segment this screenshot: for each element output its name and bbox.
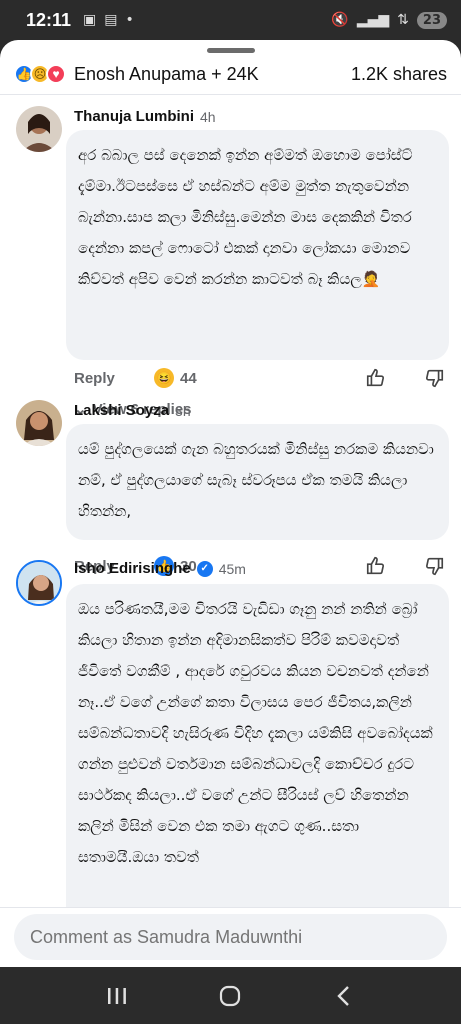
recent-apps-button[interactable] xyxy=(95,974,139,1018)
thumbs-down-icon[interactable] xyxy=(423,555,445,577)
author-name[interactable]: Thanuja Lumbini xyxy=(74,108,194,125)
gallery-icon: ▤ xyxy=(104,12,118,28)
recent-apps-icon xyxy=(107,987,126,1004)
reactions-summary[interactable]: 👍 ☹ ♥ Enosh Anupama + 24K 1.2K shares xyxy=(14,60,447,88)
thumbs-down-icon[interactable] xyxy=(423,367,445,389)
mute-icon: 🔇 xyxy=(331,12,349,28)
reaction-icons: 👍 ☹ ♥ xyxy=(14,64,66,84)
notification-icons: ▣ ▤ • xyxy=(83,12,134,28)
back-icon xyxy=(337,985,349,1006)
comments-sheet: 👍 ☹ ♥ Enosh Anupama + 24K 1.2K shares Th… xyxy=(0,40,461,967)
battery-icon: 23 xyxy=(416,11,447,29)
navigation-bar xyxy=(0,967,461,1024)
author-name[interactable]: Lakshi Soyza xyxy=(74,402,169,419)
verified-badge-icon: ✓ xyxy=(196,560,213,577)
comment-actions: Reply 😆 44 xyxy=(74,364,445,392)
comment-author[interactable]: Thanuja Lumbini 4h xyxy=(74,108,216,125)
status-bar: 12:11 ▣ ▤ • 🔇 ▂▄▆ ⇅ 23 xyxy=(0,0,461,40)
clock: 12:11 xyxy=(26,9,72,30)
divider xyxy=(0,94,461,95)
reaction-count[interactable]: 😆 44 xyxy=(154,368,197,388)
home-icon xyxy=(220,985,241,1006)
comment-time: 3h xyxy=(175,402,191,419)
vote-icons xyxy=(365,555,445,577)
shares-count[interactable]: 1.2K shares xyxy=(351,64,447,85)
comment-text[interactable]: අර බබාල පස් දෙනෙක් ඉන්න අම්මත් ඔහොම පෝස්… xyxy=(66,130,449,360)
love-icon: ♥ xyxy=(46,64,66,84)
author-name[interactable]: Isho Edirisinghe xyxy=(74,560,191,577)
comment-author[interactable]: Isho Edirisinghe ✓ 45m xyxy=(74,560,246,577)
comment-time: 45m xyxy=(218,560,246,577)
avatar[interactable] xyxy=(16,106,62,152)
reactors-label: Enosh Anupama + 24K xyxy=(74,63,259,84)
dot-icon: • xyxy=(125,12,134,28)
avatar[interactable] xyxy=(16,400,62,446)
comment-time: 4h xyxy=(200,108,216,125)
comment-composer xyxy=(0,907,461,967)
reaction-count-value: 44 xyxy=(180,369,197,387)
avatar[interactable] xyxy=(16,560,62,606)
laugh-icon: 😆 xyxy=(154,368,174,388)
signal-icon: ▂▄▆ xyxy=(356,12,390,28)
vote-icons xyxy=(365,367,445,389)
drag-handle[interactable] xyxy=(207,48,255,53)
system-status: 🔇 ▂▄▆ ⇅ 23 xyxy=(331,11,447,29)
network-icon: ⇅ xyxy=(397,12,409,28)
home-button[interactable] xyxy=(208,974,252,1018)
reply-button[interactable]: Reply xyxy=(74,370,154,387)
comment-input[interactable] xyxy=(14,914,447,960)
thumbs-up-icon[interactable] xyxy=(365,555,387,577)
screenshot-icon: ▣ xyxy=(83,12,97,28)
back-button[interactable] xyxy=(322,974,366,1018)
comment-author[interactable]: Lakshi Soyza 3h xyxy=(74,402,191,419)
thumbs-up-icon[interactable] xyxy=(365,367,387,389)
comment-text[interactable]: යම් පුද්ගලයෙක් ගැන බහුතරයක් මිනිස්සු නරක… xyxy=(66,424,449,540)
